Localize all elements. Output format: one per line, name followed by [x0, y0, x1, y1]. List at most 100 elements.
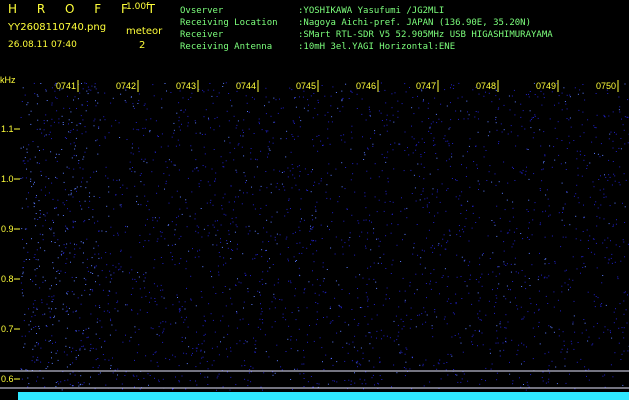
noise-pixel	[259, 189, 261, 191]
noise-pixel	[482, 253, 484, 254]
noise-pixel	[338, 196, 340, 198]
noise-pixel	[435, 113, 437, 115]
noise-pixel	[51, 308, 52, 310]
noise-pixel	[85, 279, 87, 281]
noise-pixel	[436, 196, 438, 198]
noise-pixel	[75, 330, 77, 332]
noise-pixel	[161, 107, 163, 109]
noise-pixel	[312, 219, 314, 221]
noise-pixel	[359, 378, 361, 380]
noise-pixel	[495, 302, 497, 303]
noise-pixel	[66, 200, 68, 201]
noise-pixel	[566, 148, 568, 149]
noise-pixel	[432, 251, 434, 253]
noise-pixel	[214, 118, 216, 120]
noise-pixel	[303, 292, 305, 294]
noise-pixel	[138, 147, 140, 149]
noise-pixel	[618, 342, 620, 344]
noise-pixel	[215, 293, 217, 294]
noise-pixel	[245, 182, 246, 184]
noise-pixel	[344, 380, 346, 381]
noise-pixel	[297, 350, 299, 352]
noise-pixel	[579, 135, 581, 137]
noise-pixel	[502, 342, 504, 344]
noise-pixel	[329, 308, 331, 309]
noise-pixel	[158, 326, 160, 328]
noise-pixel	[563, 345, 565, 347]
noise-pixel	[89, 200, 91, 202]
noise-pixel	[22, 271, 24, 273]
noise-pixel	[429, 173, 431, 175]
noise-pixel	[160, 146, 162, 148]
noise-pixel	[57, 239, 59, 241]
noise-pixel	[83, 156, 85, 158]
noise-pixel	[615, 151, 617, 152]
noise-pixel	[396, 372, 398, 374]
noise-pixel	[75, 277, 77, 278]
noise-pixel	[364, 195, 366, 197]
noise-pixel	[558, 335, 560, 337]
noise-pixel	[341, 100, 343, 102]
noise-pixel	[245, 180, 247, 182]
noise-pixel	[554, 159, 556, 161]
noise-pixel	[35, 275, 37, 277]
noise-pixel	[228, 93, 230, 94]
noise-pixel	[512, 380, 514, 382]
noise-pixel	[595, 296, 597, 297]
noise-pixel	[191, 92, 193, 94]
noise-pixel	[218, 92, 220, 94]
noise-pixel	[471, 227, 473, 229]
noise-pixel	[568, 289, 569, 291]
noise-pixel	[144, 277, 146, 279]
noise-pixel	[186, 363, 188, 365]
noise-pixel	[198, 186, 200, 188]
noise-pixel	[207, 368, 209, 370]
noise-pixel	[179, 311, 181, 313]
noise-pixel	[405, 368, 407, 370]
noise-pixel	[478, 93, 480, 95]
noise-pixel	[50, 151, 52, 153]
noise-pixel	[184, 308, 186, 310]
noise-pixel	[619, 166, 621, 168]
noise-pixel	[283, 186, 285, 188]
noise-pixel	[277, 278, 279, 280]
noise-pixel	[166, 90, 167, 92]
noise-pixel	[107, 294, 109, 296]
noise-pixel	[378, 245, 380, 247]
noise-pixel	[120, 206, 122, 208]
noise-pixel	[306, 307, 308, 309]
noise-pixel	[406, 217, 408, 219]
noise-pixel	[455, 302, 457, 303]
noise-pixel	[98, 253, 100, 255]
noise-pixel	[619, 111, 621, 113]
noise-pixel	[219, 256, 221, 258]
noise-pixel	[472, 89, 474, 91]
noise-pixel	[271, 301, 273, 303]
noise-pixel	[117, 374, 118, 376]
noise-pixel	[448, 145, 450, 147]
noise-pixel	[533, 209, 535, 211]
noise-pixel	[261, 308, 262, 310]
noise-pixel	[523, 361, 525, 362]
noise-pixel	[242, 129, 244, 131]
noise-pixel	[566, 351, 568, 353]
noise-pixel	[379, 362, 381, 363]
noise-pixel	[383, 253, 385, 255]
image-filename: YY2608110740.png	[8, 22, 107, 33]
noise-pixel	[70, 111, 72, 113]
noise-pixel	[359, 274, 361, 276]
noise-pixel	[306, 334, 308, 336]
noise-pixel	[105, 175, 107, 177]
noise-pixel	[229, 288, 231, 290]
noise-pixel	[367, 147, 368, 149]
noise-pixel	[498, 98, 500, 100]
noise-pixel	[325, 191, 327, 193]
noise-pixel	[96, 139, 98, 141]
noise-pixel	[378, 383, 379, 385]
noise-pixel	[439, 293, 440, 295]
noise-pixel	[239, 319, 241, 321]
noise-pixel	[282, 107, 284, 109]
noise-pixel	[22, 87, 24, 89]
noise-pixel	[611, 337, 613, 339]
noise-pixel	[151, 171, 153, 173]
